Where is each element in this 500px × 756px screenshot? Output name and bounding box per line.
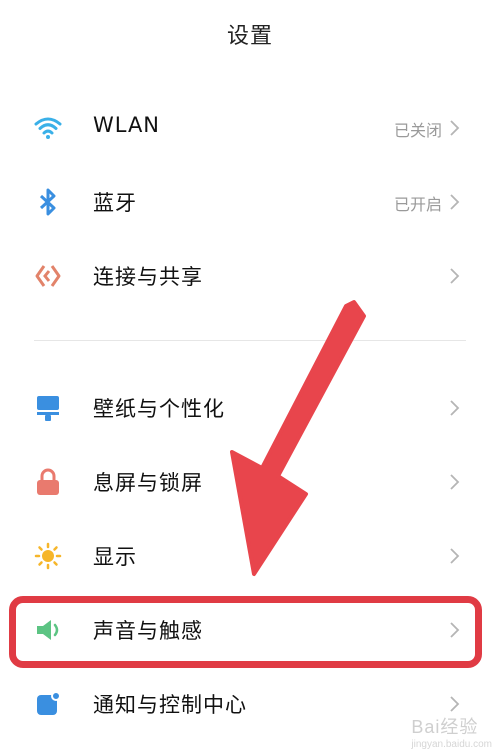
watermark: Bai经验 jingyan.baidu.com xyxy=(411,713,492,750)
pointer-arrow-icon xyxy=(230,300,366,576)
watermark-sub: jingyan.baidu.com xyxy=(411,739,492,750)
watermark-text: Bai经验 xyxy=(411,717,479,737)
